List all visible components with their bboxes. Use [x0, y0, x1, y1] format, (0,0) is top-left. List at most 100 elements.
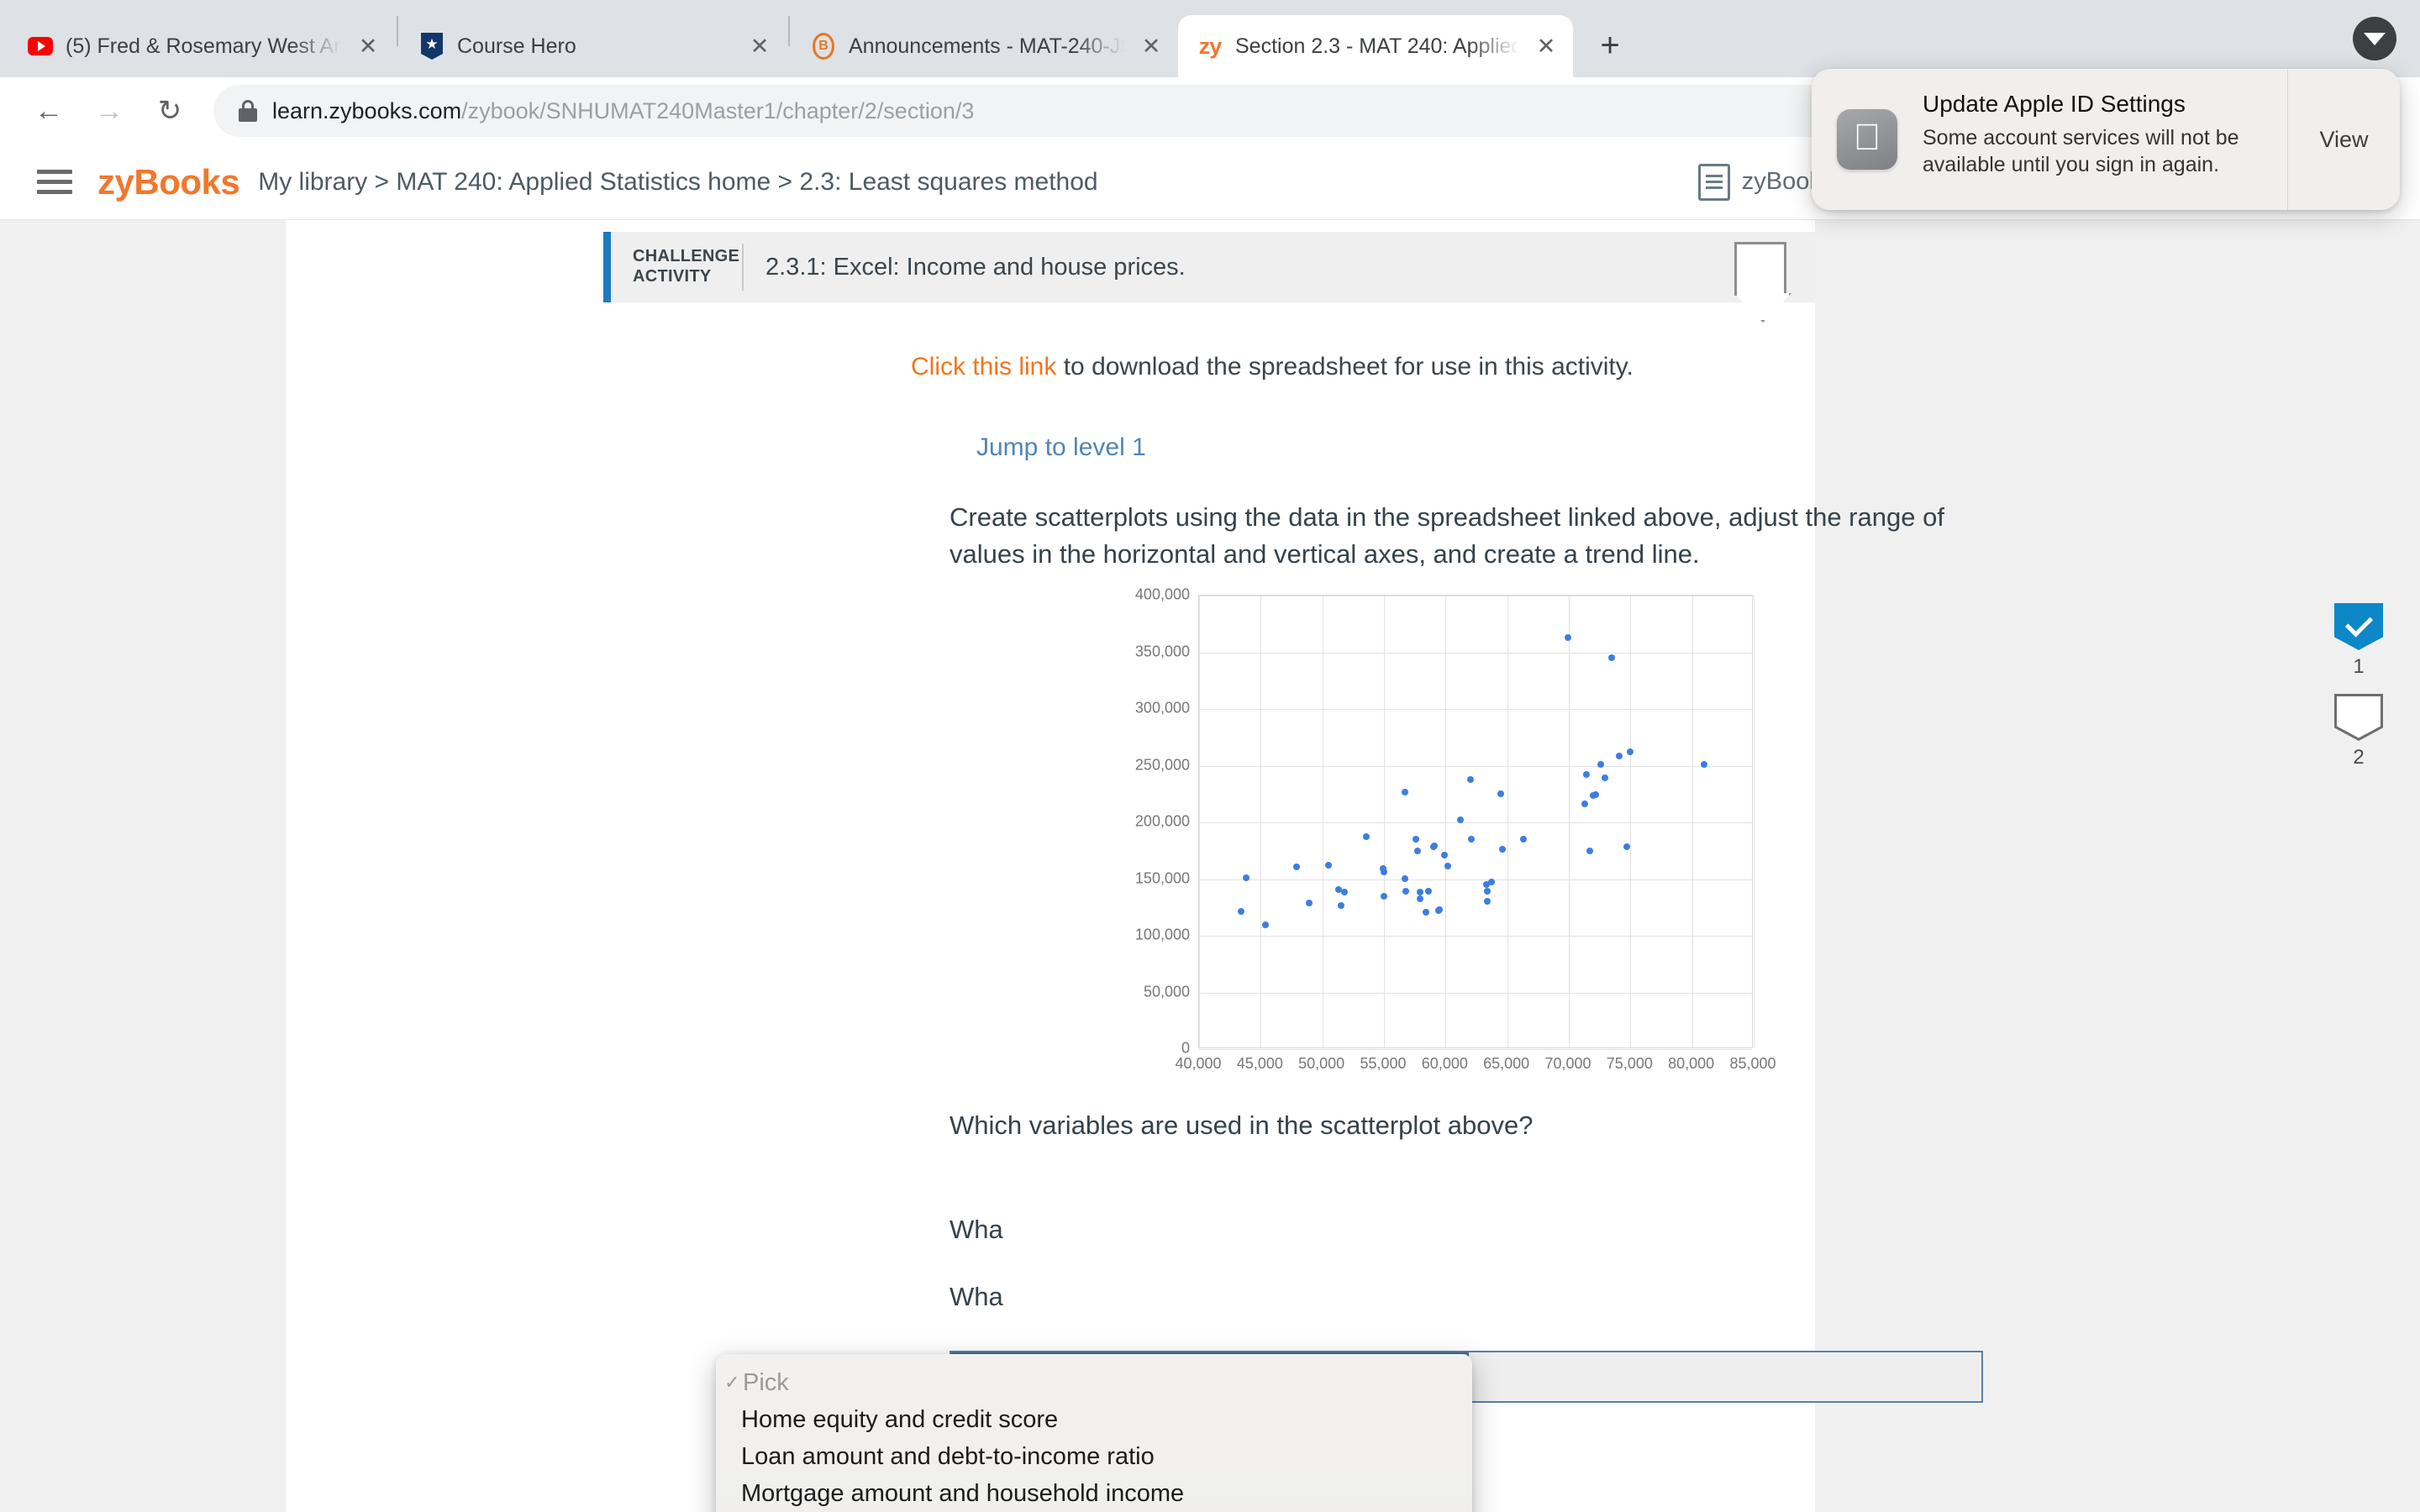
close-icon[interactable]: ✕ [744, 31, 775, 61]
scatter-point [1701, 760, 1708, 768]
browser-tab-youtube[interactable]: (5) Fred & Rosemary West And ✕ [8, 15, 395, 77]
gridline-vertical [1384, 596, 1385, 1048]
dropdown-option-label: Home equity and credit score [741, 1405, 1059, 1433]
youtube-icon [27, 33, 54, 60]
zybooks-logo[interactable]: zyBooks [97, 162, 240, 202]
x-axis-tick-label: 50,000 [1298, 1055, 1345, 1073]
page-body: CHALLENGE ACTIVITY 2.3.1: Excel: Income … [0, 220, 2420, 1512]
chevron-down-icon[interactable] [2353, 17, 2396, 60]
scatter-point [1416, 889, 1423, 896]
scatter-point [1581, 801, 1589, 808]
gridline-horizontal [1199, 1049, 1752, 1051]
gridline-horizontal [1199, 652, 1752, 654]
question-3: Wha [950, 1282, 1003, 1312]
dropdown-option-label: Mortgage amount and household income [741, 1479, 1185, 1507]
dropdown-option-2[interactable]: Mortgage amount and household income [716, 1475, 1472, 1512]
browser-tab-course-hero[interactable]: Course Hero ✕ [400, 15, 786, 77]
zybooks-icon: zy [1198, 33, 1223, 59]
x-axis-tick-label: 65,000 [1483, 1055, 1530, 1073]
close-icon[interactable]: ✕ [1531, 31, 1561, 61]
level-marker-1[interactable]: 1 [2334, 603, 2383, 679]
scatter-point [1498, 846, 1506, 853]
scatter-point [1413, 847, 1421, 854]
apple-id-notification[interactable]:  Update Apple ID Settings Some account … [1812, 69, 2400, 210]
scatter-point [1413, 835, 1420, 843]
y-axis-tick-label: 300,000 [1134, 699, 1190, 717]
catalog-icon [1697, 163, 1730, 201]
instruction-text: Create scatterplots using the data in th… [950, 502, 1944, 570]
breadcrumb[interactable]: My library > MAT 240: Applied Statistics… [258, 168, 1097, 197]
gridline-horizontal [1199, 709, 1752, 711]
scatter-point [1440, 852, 1448, 859]
dropdown-option-pick[interactable]: ✓ Pick [716, 1364, 1472, 1401]
url-path: /zybook/SNHUMAT240Master1/chapter/2/sect… [461, 97, 975, 123]
level-marker-2[interactable]: 2 [2334, 694, 2383, 769]
bookmark-icon[interactable] [1734, 242, 1786, 296]
scatterplot: 0 50,000 100,000 150,000 200,000 250,000 300,0… [1118, 586, 1776, 1082]
back-button[interactable]: ← [22, 84, 76, 138]
question-2: Wha [950, 1215, 1003, 1245]
gridline-vertical [1569, 596, 1570, 1048]
scatter-point [1262, 921, 1270, 928]
gridline-vertical [1260, 596, 1262, 1048]
scatter-point [1363, 832, 1370, 840]
hamburger-icon[interactable] [37, 170, 72, 194]
notification-view-button[interactable]: View [2287, 69, 2400, 210]
download-link[interactable]: Click this link [911, 353, 1056, 381]
gridline-vertical [1691, 596, 1693, 1048]
scatter-point [1487, 878, 1495, 885]
gridline-vertical [1199, 596, 1200, 1048]
scatter-point [1416, 895, 1423, 903]
scatter-point [1597, 761, 1605, 769]
tab-title: Section 2.3 - MAT 240: Applied [1235, 34, 1519, 58]
tab-title: Course Hero [457, 34, 576, 58]
check-icon: ✓ [724, 1372, 740, 1393]
close-icon[interactable]: ✕ [1136, 31, 1166, 61]
dropdown-option-label: Loan amount and debt-to-income ratio [741, 1442, 1155, 1470]
scatter-point [1608, 654, 1616, 662]
browser-tab-announcements[interactable]: B Announcements - MAT-240-J5 ✕ [792, 15, 1178, 77]
browser-tab-section-2-3[interactable]: zy Section 2.3 - MAT 240: Applied ✕ [1178, 15, 1573, 77]
x-axis-tick-label: 60,000 [1421, 1055, 1468, 1073]
dropdown-option-0[interactable]: Home equity and credit score [716, 1401, 1472, 1438]
x-axis-tick-label: 80,000 [1668, 1055, 1715, 1073]
scatter-point [1484, 897, 1491, 905]
close-icon[interactable]: ✕ [353, 31, 383, 61]
badge-line-2: ACTIVITY [633, 267, 712, 286]
question-1: Which variables are used in the scatterp… [950, 1110, 1534, 1141]
forward-button[interactable]: → [82, 84, 136, 138]
scatter-point [1564, 633, 1571, 641]
answer-dropdown-popup[interactable]: ✓ Pick Home equity and credit score Loan … [716, 1354, 1472, 1512]
scatter-point [1292, 864, 1300, 871]
new-tab-button[interactable]: + [1586, 22, 1634, 69]
x-axis-tick-label: 75,000 [1606, 1055, 1653, 1073]
scatter-point [1401, 874, 1408, 882]
y-axis-tick-label: 50,000 [1143, 983, 1190, 1000]
scatter-point [1592, 790, 1600, 798]
y-axis-tick-label: 250,000 [1134, 756, 1190, 774]
x-axis-labels: 40,000 45,000 50,000 55,000 60,000 65,000 70,0… [1175, 1055, 1776, 1080]
scatter-point [1468, 836, 1476, 843]
scatter-point [1484, 887, 1491, 895]
jump-to-level-link[interactable]: Jump to level 1 [976, 433, 1815, 462]
x-axis-tick-label: 40,000 [1175, 1055, 1222, 1073]
notification-title: Update Apple ID Settings [1923, 91, 2186, 117]
notification-body: Some account services will not be availa… [1923, 126, 2239, 176]
gridline-horizontal [1199, 822, 1752, 824]
tab-strip: (5) Fred & Rosemary West And ✕ Course He… [0, 0, 2420, 77]
dropdown-option-label: Pick [743, 1368, 789, 1396]
scatter-point [1456, 816, 1464, 823]
dropdown-option-1[interactable]: Loan amount and debt-to-income ratio [716, 1438, 1472, 1475]
scatter-point [1424, 887, 1432, 895]
scatter-point [1401, 789, 1408, 796]
scatter-point [1444, 863, 1452, 869]
gridline-horizontal [1199, 936, 1752, 937]
scatter-point [1381, 868, 1387, 875]
scatter-point [1325, 862, 1332, 869]
reload-button[interactable]: ↻ [143, 84, 197, 138]
scatter-point [1582, 770, 1590, 778]
scatter-point [1305, 899, 1313, 906]
scatter-point [1337, 902, 1344, 910]
notification-icon-wrap:  [1812, 69, 1923, 210]
level-number: 1 [2353, 655, 2365, 678]
